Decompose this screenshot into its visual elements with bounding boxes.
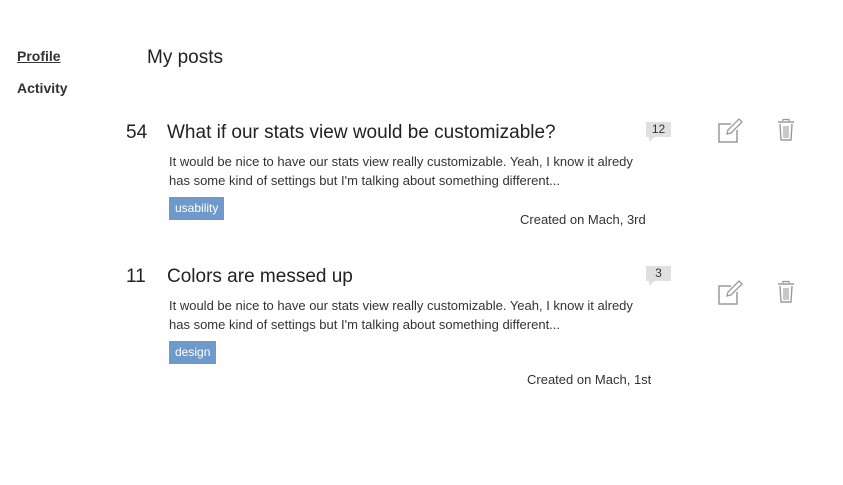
- comment-count-badge[interactable]: 3: [646, 266, 671, 286]
- edit-icon: [718, 118, 743, 143]
- sidebar-item-profile[interactable]: Profile: [17, 48, 61, 64]
- post-created-date: Created on Mach, 1st: [527, 372, 652, 387]
- post-title[interactable]: Colors are messed up: [167, 266, 353, 288]
- post-title[interactable]: What if our stats view would be customiz…: [167, 122, 556, 144]
- delete-button[interactable]: [776, 118, 802, 144]
- post-tag[interactable]: design: [169, 341, 217, 364]
- trash-icon: [778, 118, 794, 141]
- page-title: My posts: [147, 47, 224, 68]
- edit-icon: [718, 280, 743, 305]
- post-tag[interactable]: usability: [169, 197, 225, 220]
- sidebar-item-activity[interactable]: Activity: [17, 80, 68, 96]
- trash-icon: [778, 280, 794, 303]
- edit-button[interactable]: [717, 280, 743, 306]
- post-created-date: Created on Mach, 3rd: [520, 212, 646, 227]
- delete-button[interactable]: [776, 280, 802, 306]
- post-excerpt: It would be nice to have our stats view …: [169, 298, 633, 332]
- post-score: 11: [126, 266, 146, 287]
- comment-count-badge[interactable]: 12: [646, 122, 671, 142]
- post-item: 11 Colors are messed up 3 It would be ni…: [0, 262, 843, 392]
- post-score: 54: [126, 122, 148, 143]
- post-excerpt: It would be nice to have our stats view …: [169, 154, 633, 188]
- post-item: 54 What if our stats view would be custo…: [0, 118, 843, 248]
- edit-button[interactable]: [717, 118, 743, 144]
